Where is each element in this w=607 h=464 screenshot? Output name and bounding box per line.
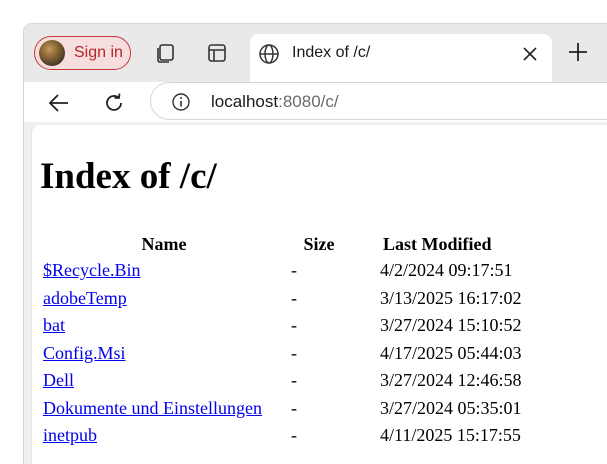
refresh-icon: [106, 93, 122, 111]
table-row: inetpub - 4/11/2025 15:17:55: [40, 422, 525, 450]
new-tab-icon[interactable]: [564, 38, 592, 66]
toolbar: localhost:8080/c/: [24, 82, 607, 122]
globe-icon: [259, 44, 279, 64]
name-cell: adobeTemp: [40, 285, 288, 313]
refresh-button[interactable]: [99, 88, 129, 118]
name-cell: Config.Msi: [40, 340, 288, 368]
modified-cell: 4/17/2025 05:44:03: [380, 342, 522, 363]
desktop-background: [0, 0, 607, 24]
url-host: localhost: [211, 92, 279, 111]
column-header-name: Name: [141, 233, 187, 254]
url-path: :8080/c/: [278, 92, 339, 111]
directory-link[interactable]: inetpub: [43, 425, 97, 445]
size-cell: -: [291, 397, 297, 418]
tab-actions-button[interactable]: [202, 38, 232, 68]
size-cell: -: [291, 315, 297, 336]
address-bar[interactable]: localhost:8080/c/: [150, 82, 607, 120]
table-row: adobeTemp - 3/13/2025 16:17:02: [40, 285, 525, 313]
column-header-modified: Last Modified: [383, 233, 492, 254]
size-cell: -: [291, 260, 297, 281]
modified-cell: 3/27/2024 05:35:01: [380, 397, 522, 418]
back-button[interactable]: [44, 88, 74, 118]
collections-icon: [157, 44, 174, 63]
directory-link[interactable]: Dokumente und Einstellungen: [43, 398, 262, 418]
directory-table: Name Size Last Modified $Recycle.Bin - 4/2…: [40, 231, 525, 450]
close-icon[interactable]: [520, 44, 540, 64]
table-row: bat - 3/27/2024 15:10:52: [40, 312, 525, 340]
back-arrow-icon: [48, 94, 68, 112]
tab-actions-icon: [208, 44, 226, 62]
column-header-size: Size: [303, 233, 335, 254]
table-row: Config.Msi - 4/17/2025 05:44:03: [40, 340, 525, 368]
name-cell: Dell: [40, 367, 288, 395]
avatar: [39, 40, 65, 66]
modified-cell: 3/27/2024 12:46:58: [380, 370, 522, 391]
size-cell: -: [291, 342, 297, 363]
collections-button[interactable]: [150, 38, 180, 68]
profile-sign-in-button[interactable]: Sign in: [34, 36, 131, 70]
desktop-background-left: [0, 0, 24, 443]
modified-cell: 3/27/2024 15:10:52: [380, 315, 522, 336]
info-icon[interactable]: [171, 92, 191, 112]
profile-label: Sign in: [74, 44, 123, 61]
name-cell: bat: [40, 312, 288, 340]
modified-cell: 3/13/2025 16:17:02: [380, 287, 522, 308]
name-cell: $Recycle.Bin: [40, 257, 288, 285]
table-row: Dokumente und Einstellungen - 3/27/2024 05…: [40, 395, 525, 423]
modified-cell: 4/2/2024 09:17:51: [380, 260, 513, 281]
size-cell: -: [291, 287, 297, 308]
page-content: Index of /c/ Name Size Last Modified $Re…: [31, 125, 607, 464]
modified-cell: 4/11/2025 15:17:55: [380, 425, 521, 446]
name-cell: Dokumente und Einstellungen: [40, 395, 288, 423]
size-cell: -: [291, 370, 297, 391]
directory-link[interactable]: $Recycle.Bin: [43, 260, 140, 280]
browser-window: Sign in Index of /c/ localhost:8080/c/ I…: [24, 24, 607, 464]
name-cell: inetpub: [40, 422, 288, 450]
table-row: $Recycle.Bin - 4/2/2024 09:17:51: [40, 257, 525, 285]
tab-strip: Sign in Index of /c/: [24, 24, 607, 82]
page-title: Index of /c/: [40, 156, 217, 197]
table-header-row: Name Size Last Modified: [40, 231, 525, 257]
directory-link[interactable]: Dell: [43, 370, 74, 390]
url-text: localhost:8080/c/: [211, 92, 339, 112]
directory-link[interactable]: Config.Msi: [43, 343, 126, 363]
directory-link[interactable]: adobeTemp: [43, 288, 127, 308]
table-row: Dell - 3/27/2024 12:46:58: [40, 367, 525, 395]
directory-link[interactable]: bat: [43, 315, 65, 335]
tab-title: Index of /c/: [292, 44, 371, 61]
size-cell: -: [291, 425, 297, 446]
tab-active[interactable]: Index of /c/: [250, 34, 552, 82]
